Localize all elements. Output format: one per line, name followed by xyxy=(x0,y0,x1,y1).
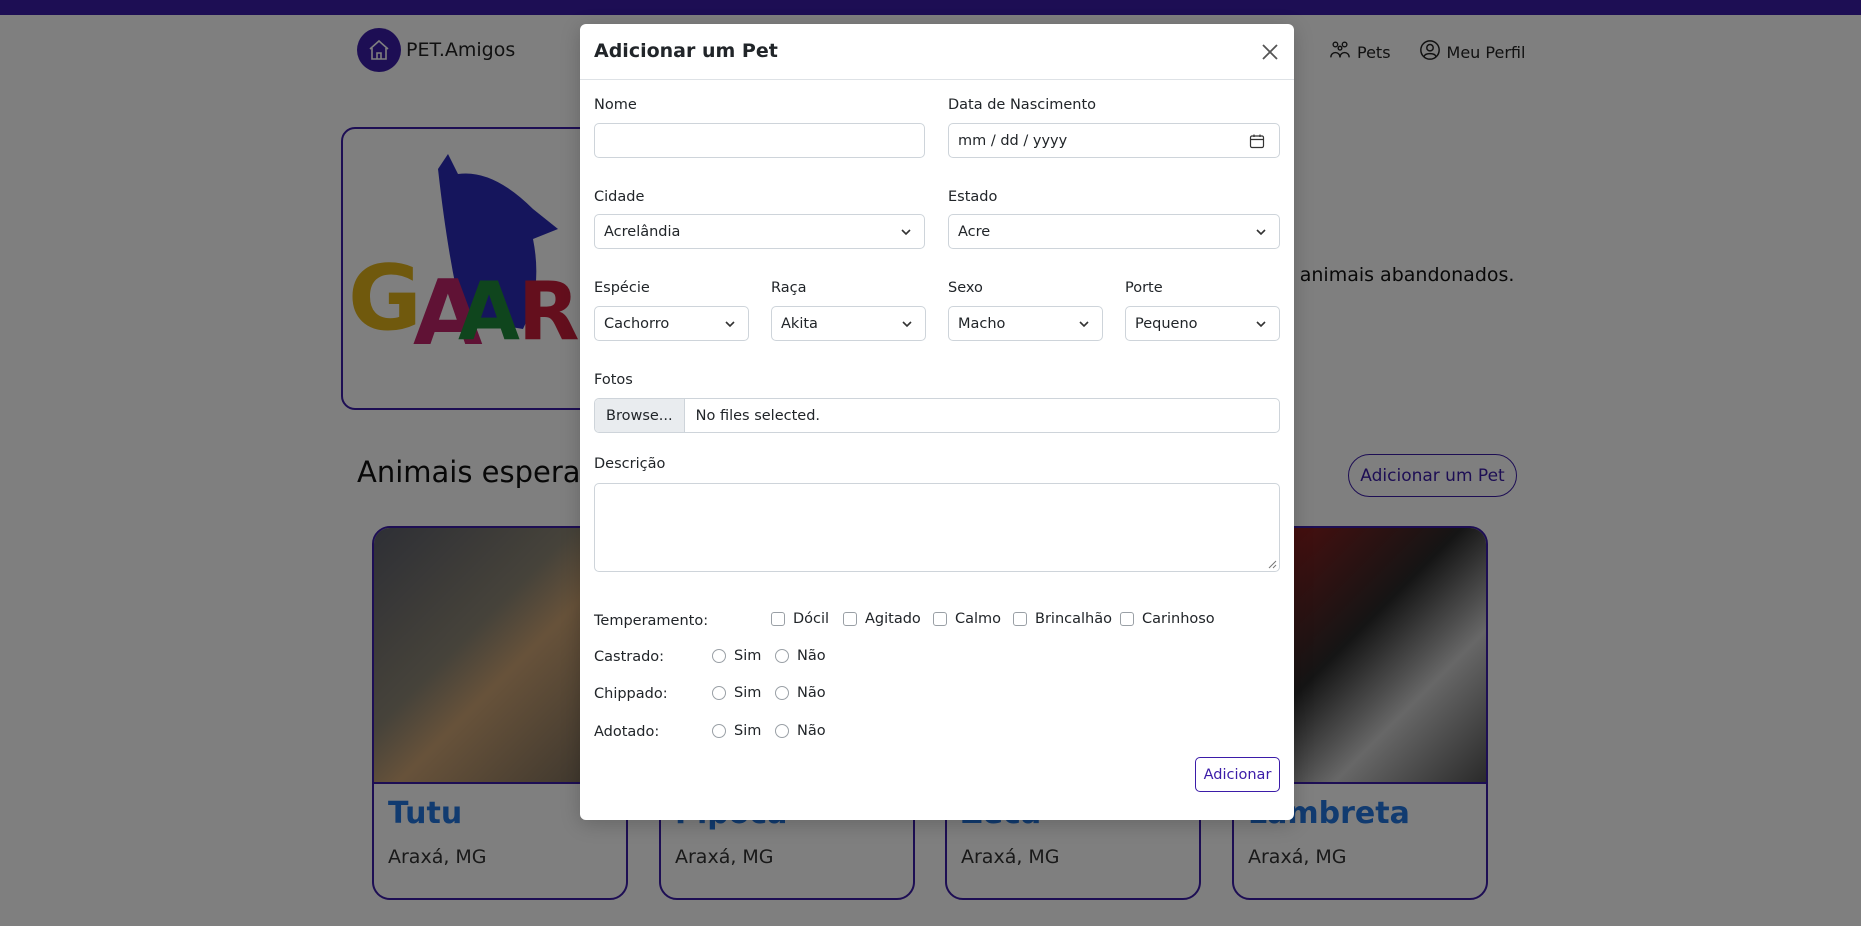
raca-value: Akita xyxy=(781,315,818,332)
sexo-value: Macho xyxy=(958,315,1006,332)
checkbox[interactable] xyxy=(1013,612,1027,626)
option-label: Não xyxy=(797,685,826,701)
option-label: Sim xyxy=(734,648,762,664)
nome-input[interactable] xyxy=(594,123,925,158)
sexo-label: Sexo xyxy=(948,280,983,296)
radio[interactable] xyxy=(775,649,789,663)
radio[interactable] xyxy=(712,724,726,738)
descricao-label: Descrição xyxy=(594,456,666,472)
chevron-down-icon xyxy=(902,321,912,328)
option-label: Não xyxy=(797,648,826,664)
castrado-label: Castrado: xyxy=(594,649,665,665)
option-label: Não xyxy=(797,723,826,739)
adotado-nao[interactable]: Não xyxy=(775,723,826,739)
temperamento-label: Temperamento: xyxy=(594,613,709,629)
option-label: Calmo xyxy=(955,611,1002,627)
checkbox[interactable] xyxy=(1120,612,1134,626)
raca-select[interactable]: Akita xyxy=(771,306,926,341)
especie-label: Espécie xyxy=(594,280,650,296)
option-label: Brincalhão xyxy=(1035,611,1112,627)
temperamento-calmo[interactable]: Calmo xyxy=(933,611,1001,627)
porte-value: Pequeno xyxy=(1135,315,1198,332)
chevron-down-icon xyxy=(1079,321,1089,328)
cidade-value: Acrelândia xyxy=(604,223,681,240)
checkbox[interactable] xyxy=(843,612,857,626)
data-nascimento-label: Data de Nascimento xyxy=(948,97,1097,113)
chippado-sim[interactable]: Sim xyxy=(712,685,761,701)
fotos-label: Fotos xyxy=(594,372,633,388)
close-icon xyxy=(1262,44,1278,60)
estado-value: Acre xyxy=(958,223,991,240)
cidade-select[interactable]: Acrelândia xyxy=(594,214,925,249)
modal-header: Adicionar um Pet xyxy=(580,24,1294,80)
option-label: Dócil xyxy=(793,611,830,627)
close-button[interactable] xyxy=(1258,40,1282,64)
chippado-label: Chippado: xyxy=(594,686,668,702)
option-label: Sim xyxy=(734,685,762,701)
especie-value: Cachorro xyxy=(604,315,670,332)
castrado-sim[interactable]: Sim xyxy=(712,648,761,664)
temperamento-brincalhao[interactable]: Brincalhão xyxy=(1013,611,1112,627)
checkbox[interactable] xyxy=(771,612,785,626)
option-label: Sim xyxy=(734,723,762,739)
data-nascimento-input[interactable]: mm / dd / yyyy xyxy=(948,123,1280,158)
modal-title: Adicionar um Pet xyxy=(594,40,778,62)
raca-label: Raça xyxy=(771,280,807,296)
calendar-icon[interactable] xyxy=(1249,133,1265,153)
submit-button[interactable]: Adicionar xyxy=(1195,757,1280,792)
adotado-label: Adotado: xyxy=(594,724,660,740)
file-status: No files selected. xyxy=(695,407,821,424)
especie-select[interactable]: Cachorro xyxy=(594,306,749,341)
option-label: Agitado xyxy=(865,611,921,627)
chevron-down-icon xyxy=(1256,321,1266,328)
chippado-nao[interactable]: Não xyxy=(775,685,826,701)
estado-label: Estado xyxy=(948,189,998,205)
radio[interactable] xyxy=(775,686,789,700)
browse-button[interactable]: Browse... xyxy=(595,399,685,432)
chevron-down-icon xyxy=(1256,229,1266,236)
resize-grip-icon[interactable] xyxy=(1267,559,1277,569)
temperamento-carinhoso[interactable]: Carinhoso xyxy=(1120,611,1215,627)
temperamento-agitado[interactable]: Agitado xyxy=(843,611,921,627)
cidade-label: Cidade xyxy=(594,189,645,205)
estado-select[interactable]: Acre xyxy=(948,214,1280,249)
adotado-sim[interactable]: Sim xyxy=(712,723,761,739)
radio[interactable] xyxy=(712,649,726,663)
date-placeholder: mm / dd / yyyy xyxy=(958,132,1068,149)
sexo-select[interactable]: Macho xyxy=(948,306,1103,341)
porte-select[interactable]: Pequeno xyxy=(1125,306,1280,341)
chevron-down-icon xyxy=(901,229,911,236)
radio[interactable] xyxy=(775,724,789,738)
option-label: Carinhoso xyxy=(1142,611,1215,627)
checkbox[interactable] xyxy=(933,612,947,626)
nome-label: Nome xyxy=(594,97,637,113)
descricao-textarea[interactable] xyxy=(594,483,1280,572)
temperamento-docil[interactable]: Dócil xyxy=(771,611,829,627)
radio[interactable] xyxy=(712,686,726,700)
add-pet-modal: Adicionar um Pet Nome Data de Nascimento… xyxy=(580,24,1294,820)
chevron-down-icon xyxy=(725,321,735,328)
castrado-nao[interactable]: Não xyxy=(775,648,826,664)
fotos-file-input[interactable]: Browse... No files selected. xyxy=(594,398,1280,433)
porte-label: Porte xyxy=(1125,280,1163,296)
